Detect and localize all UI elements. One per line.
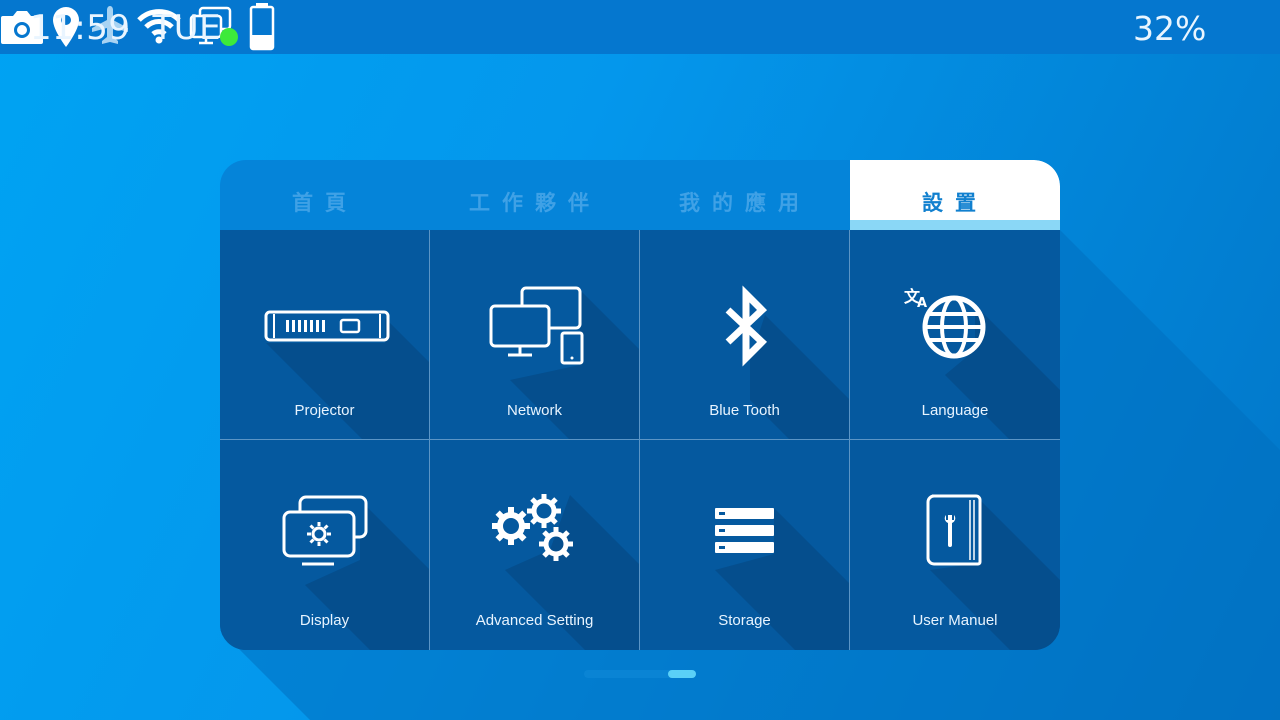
settings-panel: 首頁 工作夥伴 我的應用 設置 Projector Network Blue T… [220, 160, 1060, 650]
setting-label: Network [506, 402, 562, 419]
setting-label: Display [299, 612, 350, 629]
page-indicator-active [668, 670, 696, 678]
setting-label: Blue Tooth [709, 402, 780, 419]
page-indicator[interactable] [584, 670, 696, 678]
setting-storage[interactable]: Storage [640, 440, 850, 650]
tab-home[interactable]: 首頁 [220, 160, 430, 230]
setting-user-manual[interactable]: User Manuel [850, 440, 1060, 650]
tab-partners[interactable]: 工作夥伴 [430, 160, 640, 230]
setting-display[interactable]: Display [220, 440, 430, 650]
battery-percent: 32% [1133, 9, 1207, 48]
setting-label: Projector [294, 402, 355, 419]
svg-text:A: A [917, 296, 927, 311]
setting-network[interactable]: Network [430, 230, 640, 440]
setting-label: User Manuel [912, 612, 998, 629]
settings-grid: Projector Network Blue Tooth 文 A Languag… [220, 230, 1060, 650]
setting-bluetooth[interactable]: Blue Tooth [640, 230, 850, 440]
status-bar: 11:59 TUE 32% [0, 0, 1280, 54]
setting-label: Storage [718, 612, 771, 629]
setting-language[interactable]: 文 A Language [850, 230, 1060, 440]
tab-bar: 首頁 工作夥伴 我的應用 設置 [220, 160, 1060, 230]
time-text: 11:59 [30, 8, 131, 48]
tab-settings[interactable]: 設置 [850, 160, 1060, 230]
clock: 11:59 TUE [30, 8, 221, 48]
day-text: TUE [152, 8, 222, 48]
battery-icon [250, 3, 275, 51]
setting-projector[interactable]: Projector [220, 230, 430, 440]
setting-label: Advanced Setting [475, 612, 594, 629]
setting-advanced[interactable]: Advanced Setting [430, 440, 640, 650]
tab-my-apps[interactable]: 我的應用 [640, 160, 850, 230]
setting-label: Language [921, 402, 989, 419]
